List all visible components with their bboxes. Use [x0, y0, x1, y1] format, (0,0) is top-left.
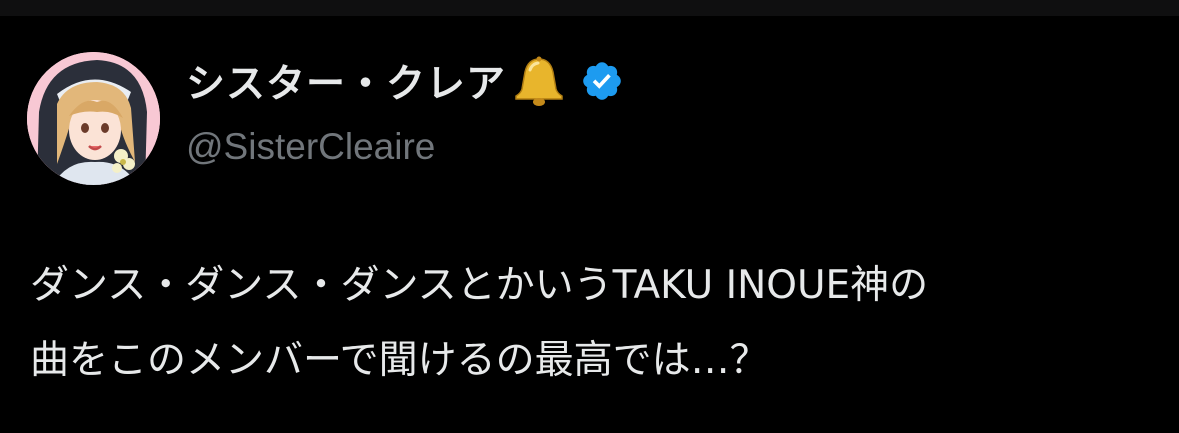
display-name[interactable]: シスター・クレア — [186, 53, 506, 109]
tweet-text-line: 曲をこのメンバーで聞けるの最高では…？ — [30, 338, 769, 383]
avatar[interactable] — [27, 52, 160, 185]
author-name-row[interactable]: シスター・クレア — [186, 53, 624, 109]
tweet-card: シスター・クレア @SisterCleaire ダンス・ダンス・ダンスとかいうT… — [0, 16, 1179, 433]
tweet-text-line: ダンス・ダンス・ダンスとかいうTAKU INOUE神の — [30, 263, 929, 308]
author-handle[interactable]: @SisterCleaire — [186, 126, 435, 168]
top-bar — [0, 0, 1179, 16]
bell-icon — [510, 56, 568, 106]
avatar-image — [27, 52, 160, 185]
verified-badge-icon[interactable] — [580, 59, 624, 103]
tweet-text: ダンス・ダンス・ダンスとかいうTAKU INOUE神の 曲をこのメンバーで聞ける… — [30, 248, 1160, 398]
